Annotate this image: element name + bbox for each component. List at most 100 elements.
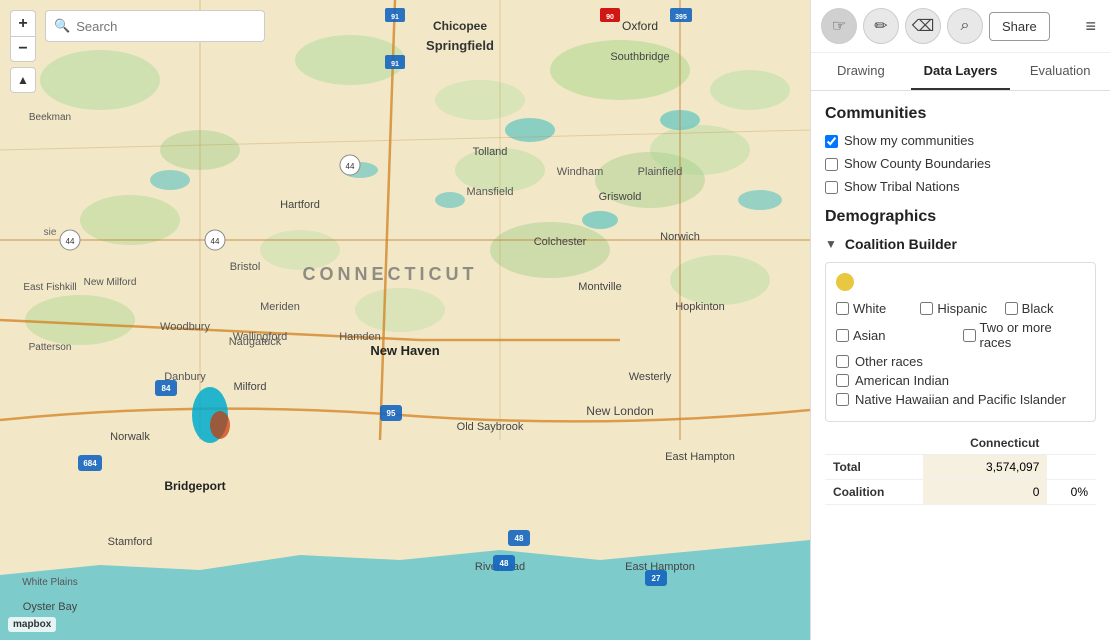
race-native-hawaiian-row: Native Hawaiian and Pacific Islander — [836, 392, 1085, 407]
two-or-more-label[interactable]: Two or more races — [980, 320, 1086, 350]
share-button[interactable]: Share — [989, 12, 1050, 41]
show-my-communities-row: Show my communities — [825, 133, 1096, 148]
compass-button[interactable]: ▲ — [10, 67, 36, 93]
svg-text:Hamden: Hamden — [339, 331, 381, 343]
demographics-header: Demographics — [825, 208, 1096, 226]
other-races-checkbox[interactable] — [836, 355, 849, 368]
svg-text:Naugatuck: Naugatuck — [229, 336, 282, 348]
black-checkbox[interactable] — [1005, 302, 1018, 315]
mapbox-logo: mapbox — [8, 617, 56, 632]
race-hispanic-item: Hispanic — [920, 301, 1000, 316]
svg-text:Griswold: Griswold — [599, 191, 642, 203]
show-tribal-nations-label[interactable]: Show Tribal Nations — [844, 179, 960, 194]
svg-text:Montville: Montville — [578, 281, 621, 293]
menu-button[interactable]: ≡ — [1081, 12, 1100, 41]
pencil-tool-button[interactable]: ✏ — [863, 8, 899, 44]
show-tribal-nations-row: Show Tribal Nations — [825, 179, 1096, 194]
map-container[interactable]: 91 91 395 90 Chicopee Springfield Oxford… — [0, 0, 810, 640]
white-checkbox[interactable] — [836, 302, 849, 315]
race-two-or-more-item: Two or more races — [963, 320, 1086, 350]
svg-text:Hartford: Hartford — [280, 199, 320, 211]
white-label[interactable]: White — [853, 301, 886, 316]
hispanic-checkbox[interactable] — [920, 302, 933, 315]
race-row-1: White Hispanic Black — [836, 301, 1085, 316]
stats-coalition-row: Coalition 0 0% — [825, 480, 1096, 505]
stats-total-pct — [1047, 455, 1096, 480]
svg-text:East Fishkill: East Fishkill — [23, 282, 76, 293]
race-other-row: Other races — [836, 354, 1085, 369]
map-svg: 91 91 395 90 Chicopee Springfield Oxford… — [0, 0, 810, 640]
svg-text:Patterson: Patterson — [29, 342, 72, 353]
stats-coalition-pct: 0% — [1047, 480, 1096, 505]
hand-tool-button[interactable]: ☞ — [821, 8, 857, 44]
svg-text:Woodbury: Woodbury — [160, 321, 210, 333]
svg-text:44: 44 — [346, 162, 355, 171]
stats-table: Connecticut Total 3,574,097 Coalition 0 … — [825, 432, 1096, 505]
hispanic-label[interactable]: Hispanic — [937, 301, 987, 316]
race-american-indian-row: American Indian — [836, 373, 1085, 388]
american-indian-label[interactable]: American Indian — [855, 373, 949, 388]
search-input[interactable] — [76, 19, 256, 34]
svg-text:91: 91 — [391, 61, 399, 68]
show-county-boundaries-row: Show County Boundaries — [825, 156, 1096, 171]
zoom-out-button[interactable]: − — [10, 36, 36, 62]
svg-text:91: 91 — [391, 14, 399, 21]
race-asian-item: Asian — [836, 320, 959, 350]
show-county-boundaries-label[interactable]: Show County Boundaries — [844, 156, 991, 171]
show-tribal-nations-checkbox[interactable] — [825, 181, 838, 194]
race-row-2: Asian Two or more races — [836, 320, 1085, 350]
other-races-label[interactable]: Other races — [855, 354, 923, 369]
svg-text:Colchester: Colchester — [534, 236, 587, 248]
right-panel: ☞ ✏ ⌫ ⌕ Share ≡ Drawing Data Layers Eval… — [810, 0, 1110, 640]
american-indian-checkbox[interactable] — [836, 374, 849, 387]
svg-text:Norwalk: Norwalk — [110, 431, 150, 443]
svg-text:Oxford: Oxford — [622, 19, 658, 33]
svg-text:44: 44 — [211, 237, 220, 246]
stats-total-row: Total 3,574,097 — [825, 455, 1096, 480]
svg-text:Mansfield: Mansfield — [466, 186, 513, 198]
race-black-item: Black — [1005, 301, 1085, 316]
panel-content: Communities Show my communities Show Cou… — [811, 91, 1110, 640]
tab-evaluation[interactable]: Evaluation — [1010, 53, 1110, 90]
svg-text:48: 48 — [500, 559, 509, 568]
coalition-indicator — [836, 273, 1085, 291]
zoom-in-button[interactable]: + — [10, 10, 36, 36]
search-bar: 🔍 — [45, 10, 265, 42]
native-hawaiian-label[interactable]: Native Hawaiian and Pacific Islander — [855, 392, 1066, 407]
svg-text:White Plains: White Plains — [22, 577, 78, 588]
svg-text:Norwich: Norwich — [660, 231, 700, 243]
svg-text:New London: New London — [586, 404, 653, 418]
tab-drawing[interactable]: Drawing — [811, 53, 911, 90]
svg-text:44: 44 — [66, 237, 75, 246]
svg-text:Tolland: Tolland — [473, 146, 508, 158]
svg-text:Milford: Milford — [233, 381, 266, 393]
black-label[interactable]: Black — [1022, 301, 1054, 316]
two-or-more-checkbox[interactable] — [963, 329, 976, 342]
tab-data-layers[interactable]: Data Layers — [911, 53, 1011, 90]
stats-connecticut-header: Connecticut — [923, 432, 1047, 455]
svg-text:Westerly: Westerly — [629, 371, 672, 383]
stats-coalition-label: Coalition — [825, 480, 923, 505]
eraser-tool-button[interactable]: ⌫ — [905, 8, 941, 44]
search-icon: 🔍 — [54, 18, 70, 34]
collapse-arrow-icon[interactable]: ▼ — [825, 237, 837, 251]
asian-checkbox[interactable] — [836, 329, 849, 342]
asian-label[interactable]: Asian — [853, 328, 886, 343]
svg-text:Plainfield: Plainfield — [638, 166, 683, 178]
show-my-communities-checkbox[interactable] — [825, 135, 838, 148]
svg-text:Old Saybrook: Old Saybrook — [457, 421, 524, 433]
native-hawaiian-checkbox[interactable] — [836, 393, 849, 406]
svg-text:Bridgeport: Bridgeport — [164, 479, 225, 493]
svg-text:95: 95 — [387, 409, 396, 418]
stats-pct-header — [1047, 432, 1096, 455]
show-my-communities-label[interactable]: Show my communities — [844, 133, 974, 148]
svg-text:27: 27 — [652, 574, 661, 583]
svg-text:New Milford: New Milford — [84, 277, 137, 288]
search-tool-button[interactable]: ⌕ — [947, 8, 983, 44]
show-county-boundaries-checkbox[interactable] — [825, 158, 838, 171]
svg-text:684: 684 — [83, 459, 97, 468]
svg-text:90: 90 — [606, 14, 614, 21]
zoom-controls: + − ▲ — [10, 10, 36, 93]
svg-text:Hopkinton: Hopkinton — [675, 301, 725, 313]
stats-empty-header — [825, 432, 923, 455]
